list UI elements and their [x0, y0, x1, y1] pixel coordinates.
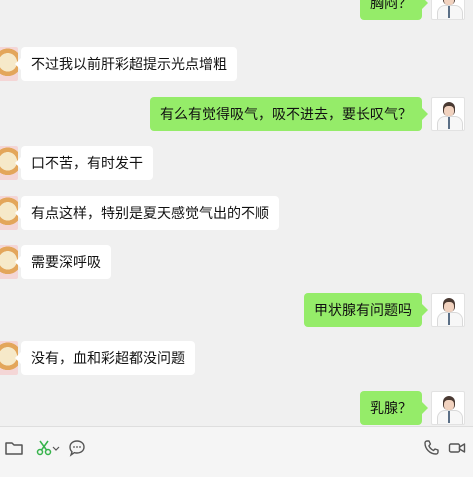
message-row: 有么有觉得吸气，吸不进去，要长叹气？	[0, 97, 473, 133]
message-bubble: 有么有觉得吸气，吸不进去，要长叹气？	[150, 97, 428, 131]
doctor-avatar[interactable]	[431, 0, 465, 20]
doctor-avatar[interactable]	[431, 97, 465, 131]
message-bubble: 不过我以前肝彩超提示光点增粗	[15, 47, 237, 81]
message-bubble: 有点这样，特别是夏天感觉气出的不顺	[15, 196, 279, 230]
message-row: 不过我以前肝彩超提示光点增粗	[0, 47, 473, 83]
doctor-avatar[interactable]	[431, 391, 465, 425]
message-row: 没有，血和彩超都没问题	[0, 341, 473, 377]
message-row: 口不苦，有时发干	[0, 146, 473, 182]
folder-icon[interactable]	[3, 437, 25, 459]
doctor-avatar[interactable]	[431, 293, 465, 327]
message-row: 有点这样，特别是夏天感觉气出的不顺	[0, 196, 473, 232]
message-bubble: 口不苦，有时发干	[15, 146, 153, 180]
message-row: 甲状腺有问题吗	[0, 293, 473, 329]
video-call-icon[interactable]	[446, 437, 468, 459]
message-bubble: 没有，血和彩超都没问题	[15, 341, 195, 375]
message-bubble: 甲状腺有问题吗	[304, 293, 428, 327]
message-bubble: 胸闷？	[360, 0, 428, 20]
message-row: 需要深呼吸	[0, 245, 473, 281]
message-row: 胸闷？	[0, 0, 473, 36]
input-toolbar	[0, 426, 473, 477]
chat-icon[interactable]	[66, 437, 88, 459]
chevron-down-icon[interactable]	[52, 437, 60, 459]
message-row: 乳腺？	[0, 391, 473, 426]
phone-icon[interactable]	[420, 437, 442, 459]
chat-area: 胸闷？ 不过我以前肝彩超提示光点增粗 有么有觉得吸气，吸不进去，要长叹气？ 口不…	[0, 0, 473, 426]
message-bubble: 乳腺？	[360, 391, 428, 425]
message-bubble: 需要深呼吸	[15, 245, 111, 279]
